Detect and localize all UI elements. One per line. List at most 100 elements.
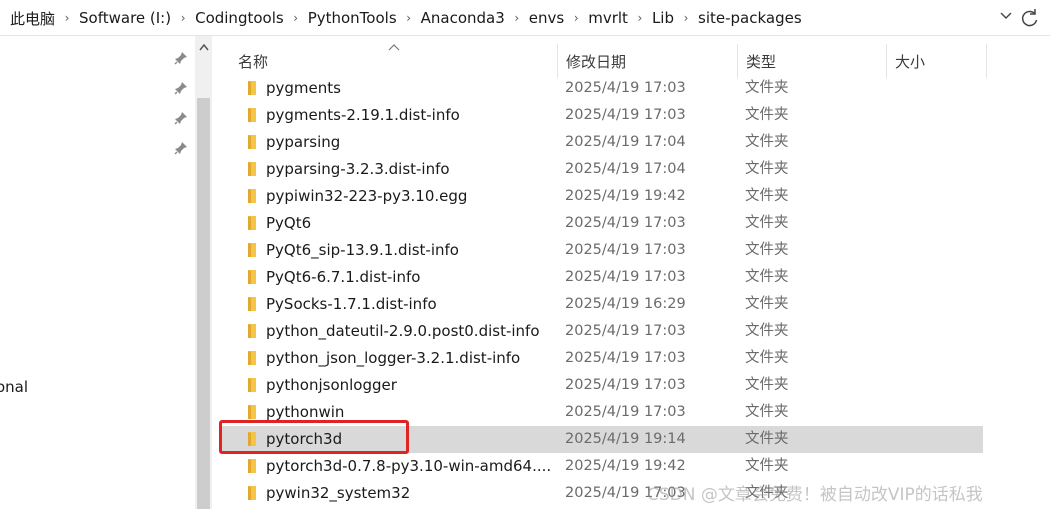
file-name: python_json_logger-3.2.1.dist-info — [266, 349, 521, 367]
folder-icon — [244, 458, 260, 474]
chevron-right-icon[interactable]: › — [176, 11, 190, 25]
folder-icon — [244, 215, 260, 231]
folder-icon — [244, 323, 260, 339]
file-explorer-window: 此电脑 › Software (I:) › Codingtools › Pyth… — [0, 0, 1050, 509]
file-type: 文件夹 — [745, 107, 789, 123]
breadcrumb-this-pc[interactable]: 此电脑 — [10, 8, 55, 29]
breadcrumb-anaconda3[interactable]: Anaconda3 — [421, 9, 505, 27]
file-name: PyQt6 — [266, 214, 312, 232]
file-name: pythonjsonlogger — [266, 376, 397, 394]
chevron-right-icon[interactable]: › — [60, 11, 74, 25]
file-row[interactable]: pygments 2025/4/19 17:03 文件夹 — [221, 75, 983, 102]
file-modified-date: 2025/4/19 17:03 — [565, 242, 686, 258]
file-modified-date: 2025/4/19 17:03 — [565, 377, 686, 393]
file-modified-date: 2025/4/19 17:03 — [565, 404, 686, 420]
chevron-right-icon[interactable]: › — [569, 11, 583, 25]
file-modified-date: 2025/4/19 17:04 — [565, 161, 686, 177]
file-modified-date: 2025/4/19 17:04 — [565, 134, 686, 150]
file-type: 文件夹 — [745, 269, 789, 285]
address-bar[interactable]: 此电脑 › Software (I:) › Codingtools › Pyth… — [0, 0, 1050, 36]
pin-icon[interactable] — [174, 111, 188, 125]
file-row[interactable]: PyQt6_sip-13.9.1.dist-info 2025/4/19 17:0… — [221, 237, 983, 264]
file-modified-date: 2025/4/19 19:42 — [565, 188, 686, 204]
column-header-date[interactable]: 修改日期 — [558, 44, 738, 78]
folder-icon — [244, 404, 260, 420]
nav-scrollbar[interactable] — [195, 36, 212, 509]
file-modified-date: 2025/4/19 19:14 — [565, 431, 686, 447]
file-row[interactable]: PyQt6-6.7.1.dist-info 2025/4/19 17:03 文件夹 — [221, 264, 983, 291]
file-type: 文件夹 — [745, 161, 789, 177]
chevron-right-icon[interactable]: › — [679, 11, 693, 25]
file-name: python_dateutil-2.9.0.post0.dist-info — [266, 322, 540, 340]
column-header-label: 名称 — [238, 52, 269, 71]
chevron-down-icon[interactable] — [996, 8, 1016, 28]
file-type: 文件夹 — [745, 431, 789, 447]
pin-icon[interactable] — [174, 51, 188, 65]
refresh-icon[interactable] — [1018, 6, 1042, 30]
breadcrumb-mvrlt[interactable]: mvrlt — [588, 9, 628, 27]
pin-icon[interactable] — [174, 81, 188, 95]
file-modified-date: 2025/4/19 17:03 — [565, 350, 686, 366]
file-row[interactable]: pytorch3d-0.7.8-py3.10-win-amd64.... 2025… — [221, 453, 983, 480]
file-name: PyQt6-6.7.1.dist-info — [266, 268, 421, 286]
file-row[interactable]: python_dateutil-2.9.0.post0.dist-info 202… — [221, 318, 983, 345]
chevron-right-icon[interactable]: › — [510, 11, 524, 25]
column-header-label: 类型 — [746, 52, 777, 71]
folder-icon — [244, 269, 260, 285]
file-name: pytorch3d-0.7.8-py3.10-win-amd64.... — [266, 457, 552, 475]
file-row[interactable]: pyparsing-3.2.3.dist-info 2025/4/19 17:04… — [221, 156, 983, 183]
file-row[interactable]: pypiwin32-223-py3.10.egg 2025/4/19 19:42 文… — [221, 183, 983, 210]
chevron-right-icon[interactable]: › — [402, 11, 416, 25]
file-type: 文件夹 — [745, 404, 789, 420]
column-header-label: 大小 — [895, 52, 926, 71]
annotation-highlight-box — [219, 420, 409, 454]
file-name: pypiwin32-223-py3.10.egg — [266, 187, 468, 205]
chevron-right-icon[interactable]: › — [633, 11, 647, 25]
breadcrumb-codingtools[interactable]: Codingtools — [195, 9, 284, 27]
folder-icon — [244, 296, 260, 312]
file-modified-date: 2025/4/19 17:03 — [565, 215, 686, 231]
pin-icon[interactable] — [174, 141, 188, 155]
file-type: 文件夹 — [745, 296, 789, 312]
file-row[interactable]: PyQt6 2025/4/19 17:03 文件夹 — [221, 210, 983, 237]
file-type: 文件夹 — [745, 458, 789, 474]
folder-icon — [244, 107, 260, 123]
file-type: 文件夹 — [745, 215, 789, 231]
file-row[interactable]: PySocks-1.7.1.dist-info 2025/4/19 16:29 文件… — [221, 291, 983, 318]
breadcrumb-drive[interactable]: Software (I:) — [79, 9, 171, 27]
file-type: 文件夹 — [745, 134, 789, 150]
breadcrumb-site-packages[interactable]: site-packages — [698, 9, 802, 27]
column-header-size[interactable]: 大小 — [887, 44, 987, 78]
breadcrumb-envs[interactable]: envs — [529, 9, 564, 27]
column-header-bar: 名称 修改日期 类型 大小 — [213, 44, 1050, 78]
chevron-right-icon[interactable]: › — [289, 11, 303, 25]
folder-icon — [244, 80, 260, 96]
file-row[interactable]: pyparsing 2025/4/19 17:04 文件夹 — [221, 129, 983, 156]
file-modified-date: 2025/4/19 17:03 — [565, 269, 686, 285]
file-name: PyQt6_sip-13.9.1.dist-info — [266, 241, 459, 259]
breadcrumb-lib[interactable]: Lib — [652, 9, 674, 27]
file-name: pygments — [266, 79, 341, 97]
folder-icon — [244, 188, 260, 204]
file-name: PySocks-1.7.1.dist-info — [266, 295, 437, 313]
file-row[interactable]: python_json_logger-3.2.1.dist-info 2025/4… — [221, 345, 983, 372]
nav-item-label[interactable]: onal — [0, 378, 28, 396]
column-header-type[interactable]: 类型 — [738, 44, 887, 78]
navigation-pane: onal — [0, 36, 213, 509]
scrollbar-thumb[interactable] — [197, 98, 210, 509]
file-name: pyparsing — [266, 133, 341, 151]
breadcrumb-pythontools[interactable]: PythonTools — [308, 9, 397, 27]
file-type: 文件夹 — [745, 80, 789, 96]
folder-icon — [244, 377, 260, 393]
file-row[interactable]: pygments-2.19.1.dist-info 2025/4/19 17:03… — [221, 102, 983, 129]
folder-icon — [244, 485, 260, 501]
file-modified-date: 2025/4/19 17:03 — [565, 323, 686, 339]
file-type: 文件夹 — [745, 377, 789, 393]
column-header-label: 修改日期 — [566, 52, 627, 71]
column-header-name[interactable]: 名称 — [230, 44, 558, 78]
file-name: pyparsing-3.2.3.dist-info — [266, 160, 450, 178]
scroll-up-arrow-icon[interactable] — [195, 38, 212, 72]
file-type: 文件夹 — [745, 323, 789, 339]
file-name: pygments-2.19.1.dist-info — [266, 106, 460, 124]
file-row[interactable]: pythonjsonlogger 2025/4/19 17:03 文件夹 — [221, 372, 983, 399]
